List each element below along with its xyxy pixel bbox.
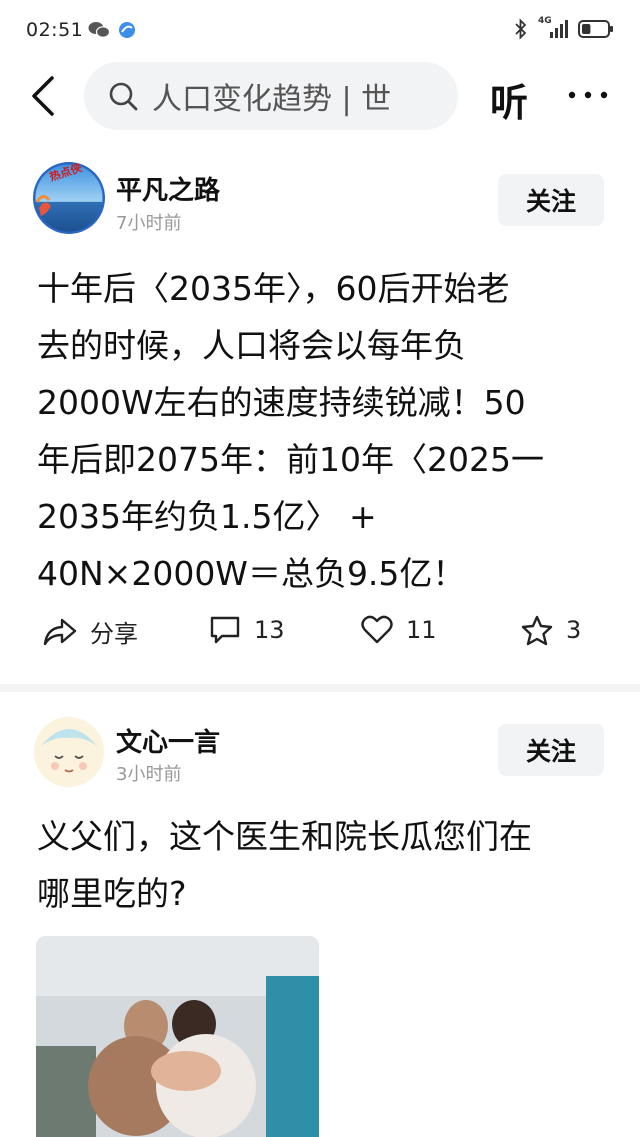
author-avatar[interactable] — [33, 716, 105, 788]
more-button[interactable] — [566, 80, 610, 110]
search-input[interactable]: 人口变化趋势 | 世 — [84, 62, 458, 130]
post-text-line: 年后即2075年：前10年〈2025一 — [37, 440, 544, 479]
back-arrow-icon — [32, 76, 54, 116]
post-text-line: 40N×2000W＝总负9.5亿！ — [37, 554, 466, 593]
author-name[interactable]: 平凡之路 — [116, 170, 220, 207]
share-label: 分享 — [90, 620, 138, 648]
listen-button[interactable]: 听 — [490, 72, 528, 127]
post-actions: 分享 13 11 3 — [0, 614, 640, 660]
wechat-icon — [88, 22, 110, 38]
search-header: 人口变化趋势 | 世 听 — [0, 62, 640, 134]
comment-count: 13 — [254, 616, 285, 644]
status-time: 02:51 — [26, 19, 84, 41]
back-button[interactable] — [26, 74, 66, 118]
system-icons: 4G — [514, 16, 614, 40]
bluetooth-icon — [515, 18, 527, 40]
post-time: 7小时前 — [116, 213, 182, 234]
share-button[interactable]: 分享 — [42, 614, 138, 649]
post-text-line: 去的时候，人口将会以每年负 — [37, 326, 466, 365]
star-icon — [521, 615, 553, 646]
heart-icon — [361, 615, 393, 644]
share-icon — [43, 618, 77, 645]
post-text[interactable]: 十年后〈2035年〉，60后开始老 去的时候，人口将会以每年负 2000W左右的… — [37, 260, 607, 602]
follow-button[interactable]: 关注 — [498, 724, 604, 776]
post-text-line: 十年后〈2035年〉，60后开始老 — [37, 269, 510, 308]
post-image[interactable] — [36, 936, 319, 1137]
comment-button[interactable]: 13 — [208, 614, 285, 646]
follow-button[interactable]: 关注 — [498, 174, 604, 226]
like-button[interactable]: 11 — [360, 614, 437, 646]
post-text[interactable]: 义父们，这个医生和院长瓜您们在 哪里吃的? — [37, 808, 607, 922]
status-bar: 02:51 4G — [0, 0, 640, 62]
more-dots-icon — [568, 91, 608, 99]
post-time: 3小时前 — [116, 764, 182, 785]
post-text-line: 2000W左右的速度持续锐减！50 — [37, 383, 526, 422]
author-avatar[interactable]: 热点侠 — [33, 162, 105, 234]
notification-icons — [88, 21, 136, 39]
like-count: 11 — [406, 616, 437, 644]
battery-icon — [578, 19, 614, 39]
post-text-line: 义父们，这个医生和院长瓜您们在 — [37, 817, 532, 856]
favorite-button[interactable]: 3 — [520, 614, 581, 646]
signal-icon: 4G — [538, 16, 568, 40]
comment-icon — [210, 616, 240, 644]
post-divider — [0, 684, 640, 692]
search-query: 人口变化趋势 | 世 — [152, 82, 392, 117]
favorite-count: 3 — [566, 616, 582, 644]
search-icon — [109, 82, 138, 111]
author-name[interactable]: 文心一言 — [116, 722, 220, 759]
post-text-line: 2035年约负1.5亿〉 + — [37, 497, 377, 536]
browser-icon — [119, 22, 135, 38]
post-text-line: 哪里吃的? — [37, 874, 187, 913]
